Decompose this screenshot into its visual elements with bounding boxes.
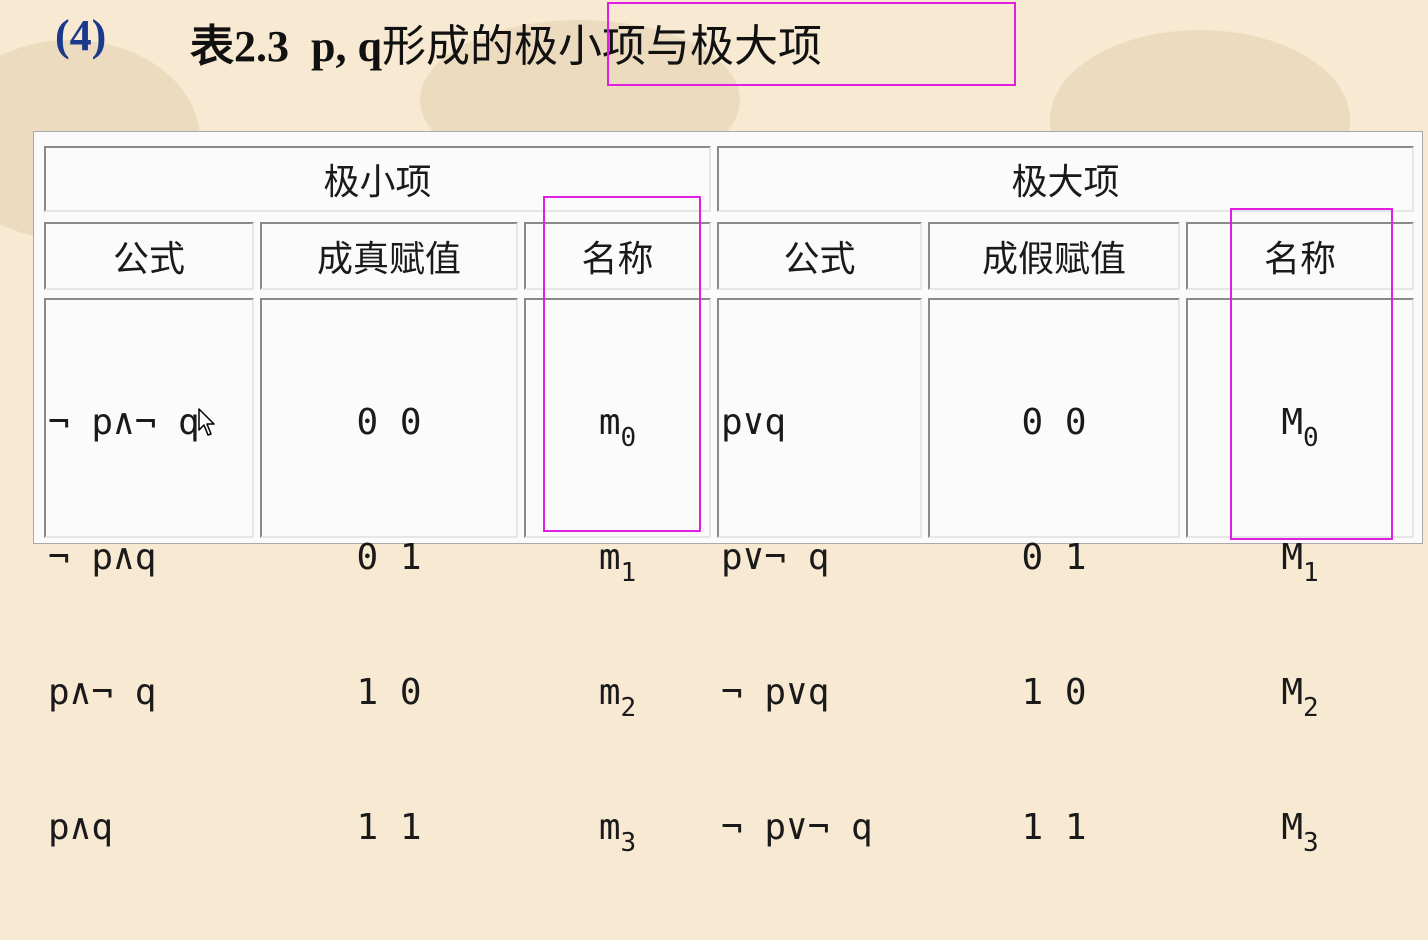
minterm-name: m2 xyxy=(598,672,637,723)
minterm-name: m1 xyxy=(598,537,637,588)
table-row: p∨¬ q xyxy=(721,537,830,578)
maxterm-assignment-header: 成假赋值 xyxy=(928,222,1180,290)
minterm-assignment-cell: 0 0 0 1 1 0 1 1 xyxy=(260,298,518,848)
table-row: ¬ p∧¬ q xyxy=(48,402,200,443)
table-cell: 1 0 xyxy=(1021,672,1087,713)
minterm-formula-list: ¬ p∧¬ q ¬ p∧q p∧¬ q p∧q xyxy=(48,310,200,940)
maxterm-formula-header: 公式 xyxy=(717,222,922,290)
maxterm-assignment-cell: 0 0 0 1 1 0 1 1 xyxy=(928,298,1180,848)
table-row: ¬ p∨q xyxy=(721,672,830,713)
table-row: p∧q xyxy=(48,807,114,848)
title-variables: p, q xyxy=(311,22,382,71)
minterm-assignment-list: 0 0 0 1 1 0 1 1 xyxy=(262,310,516,940)
table-row: ¬ p∨¬ q xyxy=(721,807,873,848)
table-cell: 0 1 xyxy=(1021,537,1087,578)
table-cell: 1 1 xyxy=(356,807,422,848)
title-middle: 形成的 xyxy=(381,21,514,72)
mouse-pointer-icon xyxy=(198,408,215,436)
maxterm-assignment-list: 0 0 0 1 1 0 1 1 xyxy=(930,310,1178,940)
minterm-name: m3 xyxy=(598,807,637,858)
minterm-maxterm-table: 极小项 极大项 公式 成真赋值 名称 公式 成假赋值 名称 ¬ p∧¬ q ¬ … xyxy=(33,131,1423,858)
highlight-box-title xyxy=(607,2,1016,86)
table-label: 表2.3 xyxy=(190,22,289,71)
table-row: p∨q xyxy=(721,402,787,443)
highlight-box-minterm-names xyxy=(543,196,701,532)
maxterm-group-header: 极大项 xyxy=(717,146,1414,212)
maxterm-formula-list: p∨q p∨¬ q ¬ p∨q ¬ p∨¬ q xyxy=(721,310,873,940)
maxterm-formula-cell: p∨q p∨¬ q ¬ p∨q ¬ p∨¬ q xyxy=(717,298,922,848)
table-row: ¬ p∧q xyxy=(48,537,157,578)
maxterm-name: M2 xyxy=(1281,672,1319,723)
table-cell: 0 0 xyxy=(1021,402,1087,443)
maxterm-name: M1 xyxy=(1281,537,1319,588)
table-row: p∧¬ q xyxy=(48,672,157,713)
section-number: (4) xyxy=(55,11,107,60)
minterm-assignment-header: 成真赋值 xyxy=(260,222,518,290)
maxterm-name: M3 xyxy=(1281,807,1319,858)
minterm-formula-cell: ¬ p∧¬ q ¬ p∧q p∧¬ q p∧q xyxy=(44,298,254,848)
table-cell: 0 1 xyxy=(356,537,422,578)
minterm-formula-header: 公式 xyxy=(44,222,254,290)
table-cell: 1 1 xyxy=(1021,807,1087,848)
highlight-box-maxterm-names xyxy=(1230,208,1393,540)
table-cell: 1 0 xyxy=(356,672,422,713)
table-cell: 0 0 xyxy=(356,402,422,443)
